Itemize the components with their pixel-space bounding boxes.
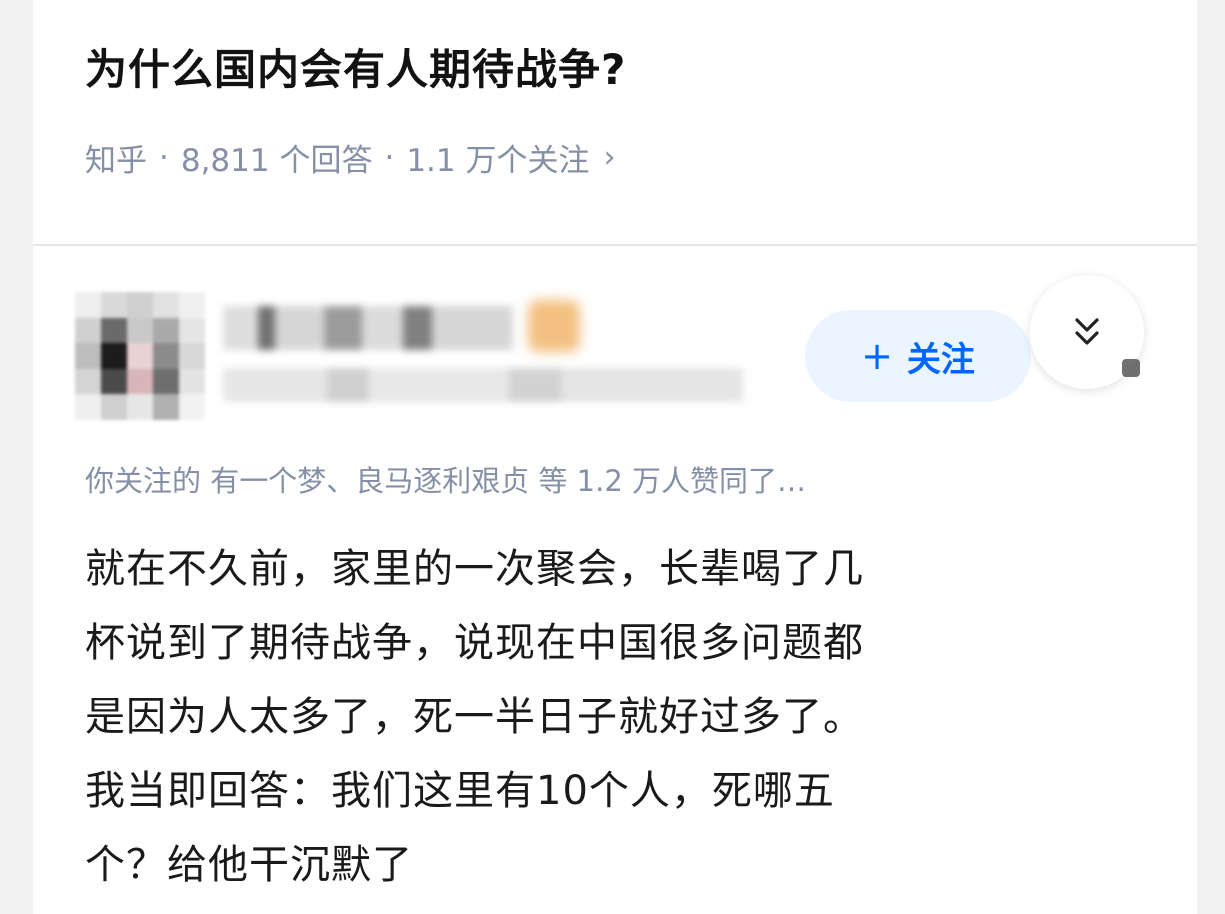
content-line: 杯说到了期待战争，说现在中国很多问题都 — [85, 620, 864, 666]
social-proof[interactable]: 你关注的 有一个梦、良马逐利艰贞 等 1.2 万人赞同了… — [85, 458, 806, 500]
author-bio-blurred — [223, 368, 743, 402]
question-meta[interactable]: 知乎 · 8,811 个回答 · 1.1 万个关注 › — [85, 135, 615, 180]
author-name-blurred[interactable] — [223, 306, 513, 350]
follower-count: 1.1 万个关注 — [406, 143, 590, 179]
answer-content[interactable]: 就在不久前，家里的一次聚会，长辈喝了几 杯说到了期待战争，说现在中国很多问题都 … — [85, 532, 1165, 902]
source-label: 知乎 — [85, 143, 147, 179]
chevron-right-icon[interactable]: › — [603, 140, 615, 175]
content-line: 就在不久前，家里的一次聚会，长辈喝了几 — [85, 546, 864, 592]
answer-author-row: + 关注 — [33, 270, 1197, 430]
content-line: 个？给他干沉默了 — [85, 842, 413, 888]
expand-button[interactable] — [1030, 275, 1144, 389]
plus-icon: + — [861, 334, 893, 378]
meta-separator: · — [384, 139, 395, 176]
overlay-corner — [1122, 359, 1140, 377]
follow-label: 关注 — [906, 339, 975, 380]
answer-count: 8,811 个回答 — [180, 143, 373, 179]
avatar[interactable] — [75, 292, 205, 420]
content-line: 我当即回答：我们这里有10个人，死哪五 — [85, 768, 835, 814]
badge-icon — [528, 300, 580, 352]
zhihu-card: 为什么国内会有人期待战争? 知乎 · 8,811 个回答 · 1.1 万个关注 … — [33, 0, 1197, 914]
question-header[interactable]: 为什么国内会有人期待战争? 知乎 · 8,811 个回答 · 1.1 万个关注 … — [33, 0, 1197, 246]
double-chevron-down-icon — [1075, 318, 1099, 345]
screenshot-page: 为什么国内会有人期待战争? 知乎 · 8,811 个回答 · 1.1 万个关注 … — [0, 0, 1225, 914]
follow-button[interactable]: + 关注 — [805, 310, 1031, 402]
question-title[interactable]: 为什么国内会有人期待战争? — [85, 36, 626, 97]
meta-separator: · — [159, 139, 169, 176]
content-line: 是因为人太多了，死一半日子就好过多了。 — [85, 694, 864, 740]
